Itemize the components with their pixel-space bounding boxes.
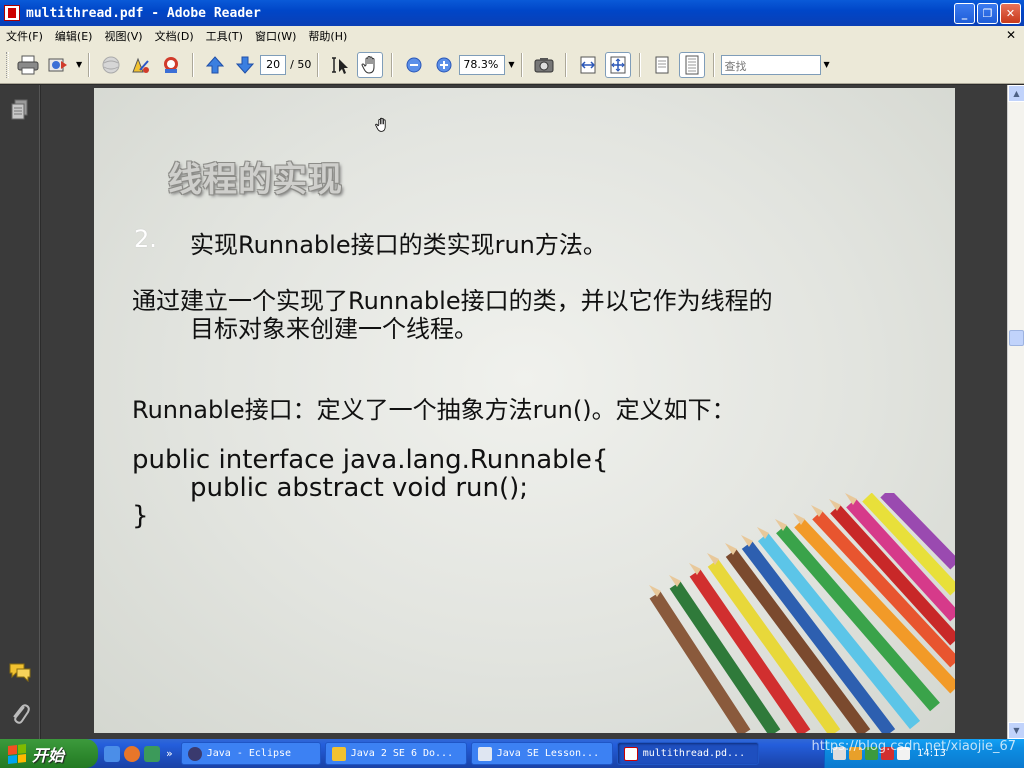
window-controls: _ ❐ ✕ bbox=[954, 3, 1021, 24]
page-number-input[interactable]: 20 bbox=[260, 54, 287, 75]
item-text: 实现Runnable接口的类实现run方法。 bbox=[190, 231, 607, 259]
item-number: 2. bbox=[134, 225, 157, 253]
menu-tools[interactable]: 工具(T) bbox=[200, 28, 249, 44]
show-desktop-icon[interactable] bbox=[104, 745, 120, 762]
toolbar: ▼ 20 / 50 78.3% ▼ 查找 ▼ bbox=[0, 46, 1024, 84]
menu-bar: 文件(F) 编辑(E) 视图(V) 文档(D) 工具(T) 窗口(W) 帮助(H… bbox=[0, 26, 1024, 46]
fit-page-icon[interactable] bbox=[604, 51, 631, 78]
firefox-icon[interactable] bbox=[124, 745, 140, 762]
runnable-description: Runnable接口：定义了一个抽象方法run()。定义如下： bbox=[132, 396, 736, 424]
menu-file[interactable]: 文件(F) bbox=[0, 28, 49, 44]
taskbar: 开始 » Java - Eclipse Java 2 SE 6 Do... Ja… bbox=[0, 739, 1024, 768]
toolbar-separator bbox=[712, 52, 715, 77]
zoom-in-icon[interactable] bbox=[431, 52, 457, 78]
toolbar-separator bbox=[317, 52, 320, 77]
scrollbar-thumb[interactable] bbox=[1009, 330, 1024, 346]
scroll-up-arrow-icon[interactable]: ▲ bbox=[1008, 85, 1024, 102]
window-title: multithread.pdf - Adobe Reader bbox=[26, 5, 261, 21]
email-dropdown-arrow[interactable]: ▼ bbox=[76, 60, 82, 69]
adobe-reader-icon bbox=[623, 746, 638, 761]
select-text-icon[interactable] bbox=[327, 52, 353, 78]
code-line-1: public interface java.lang.Runnable{ bbox=[132, 445, 609, 475]
toolbar-separator bbox=[192, 52, 195, 77]
printer-icon[interactable] bbox=[15, 52, 41, 78]
task-label: Java - Eclipse bbox=[206, 748, 292, 759]
code-line-2: public abstract void run(); bbox=[190, 473, 529, 503]
toolbar-grip[interactable] bbox=[6, 51, 9, 78]
page-total: / 50 bbox=[290, 58, 312, 71]
task-java-eclipse[interactable]: Java - Eclipse bbox=[180, 742, 321, 765]
colored-pencils-image bbox=[649, 493, 955, 733]
task-label: Java SE Lesson... bbox=[496, 748, 600, 759]
watermark-text: https://blog.csdn.net/xiaojie_67 bbox=[811, 739, 1016, 754]
sign-icon[interactable] bbox=[128, 52, 154, 78]
prev-page-icon[interactable] bbox=[202, 52, 228, 78]
toolbar-separator bbox=[520, 52, 523, 77]
document-icon bbox=[477, 746, 492, 761]
globe-icon[interactable] bbox=[98, 52, 124, 78]
continuous-page-icon[interactable] bbox=[678, 51, 705, 78]
navigation-panel bbox=[0, 85, 40, 739]
adobe-reader-icon bbox=[4, 5, 20, 21]
next-page-icon[interactable] bbox=[232, 52, 258, 78]
single-page-icon[interactable] bbox=[649, 52, 675, 78]
start-button[interactable]: 开始 bbox=[0, 739, 98, 768]
close-button[interactable]: ✕ bbox=[1000, 3, 1021, 24]
menu-window[interactable]: 窗口(W) bbox=[249, 28, 302, 44]
menu-view[interactable]: 视图(V) bbox=[98, 28, 148, 44]
paragraph-line-2: 目标对象来创建一个线程。 bbox=[190, 315, 478, 343]
eclipse-icon bbox=[187, 746, 202, 761]
menu-document[interactable]: 文档(D) bbox=[149, 28, 200, 44]
task-label: multithread.pd... bbox=[642, 748, 746, 759]
scroll-down-arrow-icon[interactable]: ▼ bbox=[1008, 722, 1024, 739]
document-view[interactable]: 线程的实现 2. 实现Runnable接口的类实现run方法。 通过建立一个实现… bbox=[41, 85, 1007, 739]
document-close-button[interactable]: ✕ bbox=[1006, 28, 1016, 42]
quick-launch: » bbox=[104, 745, 173, 762]
search-dropdown-arrow[interactable]: ▼ bbox=[824, 60, 830, 69]
hand-cursor-icon bbox=[374, 116, 390, 138]
start-label: 开始 bbox=[32, 745, 65, 765]
code-line-3: } bbox=[132, 501, 149, 531]
task-java-se-lesson[interactable]: Java SE Lesson... bbox=[470, 742, 613, 765]
snapshot-icon[interactable] bbox=[531, 52, 557, 78]
quicklaunch-more-icon[interactable]: » bbox=[166, 747, 173, 760]
toolbar-separator bbox=[391, 52, 394, 77]
zoom-dropdown-arrow[interactable]: ▼ bbox=[508, 60, 514, 69]
hand-tool-icon[interactable] bbox=[357, 51, 384, 78]
menu-edit[interactable]: 编辑(E) bbox=[49, 28, 99, 44]
title-bar: multithread.pdf - Adobe Reader _ ❐ ✕ bbox=[0, 0, 1024, 26]
windows-flag-icon bbox=[8, 743, 26, 764]
help-doc-icon bbox=[331, 746, 346, 761]
attachments-panel-icon[interactable] bbox=[9, 702, 31, 730]
toolbar-separator bbox=[88, 52, 91, 77]
toolbar-separator bbox=[638, 52, 641, 77]
comments-panel-icon[interactable] bbox=[8, 662, 32, 686]
stamp-icon[interactable] bbox=[158, 52, 184, 78]
task-java-docs[interactable]: Java 2 SE 6 Do... bbox=[324, 742, 467, 765]
pages-panel-icon[interactable] bbox=[10, 99, 30, 125]
minimize-button[interactable]: _ bbox=[954, 3, 975, 24]
zoom-out-icon[interactable] bbox=[401, 52, 427, 78]
maximize-button[interactable]: ❐ bbox=[977, 3, 998, 24]
task-label: Java 2 SE 6 Do... bbox=[350, 748, 454, 759]
menu-help[interactable]: 帮助(H) bbox=[302, 28, 353, 44]
email-icon[interactable] bbox=[45, 52, 71, 78]
zoom-level-input[interactable]: 78.3% bbox=[459, 54, 506, 75]
pdf-page: 线程的实现 2. 实现Runnable接口的类实现run方法。 通过建立一个实现… bbox=[94, 88, 955, 733]
search-input[interactable]: 查找 bbox=[720, 54, 821, 75]
toolbar-separator bbox=[564, 52, 567, 77]
slide-title: 线程的实现 bbox=[168, 160, 343, 200]
vertical-scrollbar[interactable]: ▲ ▼ bbox=[1007, 85, 1024, 739]
fit-width-icon[interactable] bbox=[575, 52, 601, 78]
task-multithread-pdf[interactable]: multithread.pd... bbox=[616, 742, 759, 765]
messenger-icon[interactable] bbox=[144, 745, 160, 762]
